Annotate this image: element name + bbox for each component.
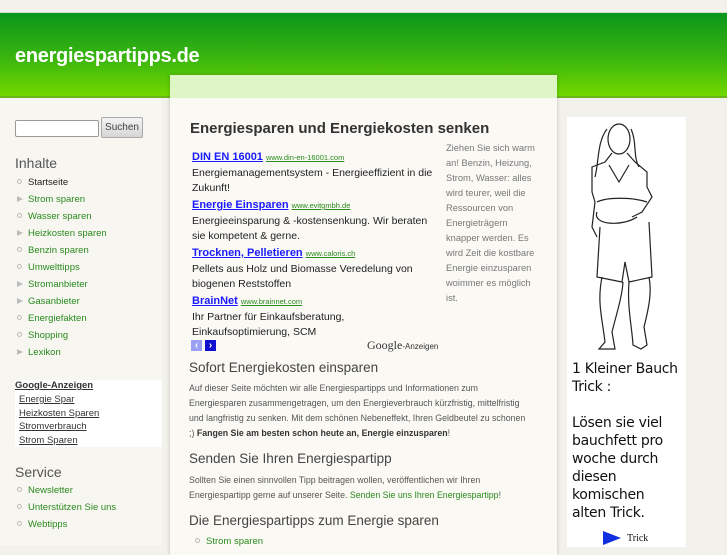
section-heading: Senden Sie Ihren Energiespartipp — [189, 451, 392, 466]
ad-url[interactable]: www.din-en-16001.com — [266, 153, 344, 162]
ad-title-link[interactable]: Energie Einsparen — [192, 199, 289, 211]
bullet-icon — [195, 538, 200, 543]
service-heading: Service — [15, 464, 62, 480]
site-title[interactable]: energiespartipps.de — [15, 45, 200, 68]
sidebar-item[interactable]: Umwelttipps — [0, 259, 162, 276]
nav-item-label: Startseite — [28, 177, 69, 188]
sidebar-item[interactable]: Lexikon — [0, 344, 162, 361]
google-ad-link[interactable]: Stromverbrauch — [15, 421, 162, 435]
triangle-bullet-icon — [17, 196, 23, 202]
circle-bullet-icon — [17, 504, 22, 509]
ad-url[interactable]: www.brainnet.com — [241, 297, 302, 306]
tips-list: Strom sparen — [178, 533, 378, 550]
send-tip-link[interactable]: Senden Sie uns Ihren Energiespartipp — [350, 490, 499, 500]
nav-item-label: Benzin sparen — [28, 245, 89, 256]
nav-item-label: Energiefakten — [28, 313, 87, 324]
circle-bullet-icon — [17, 264, 22, 269]
google-ad-link[interactable]: Energie Spar — [15, 394, 162, 408]
ad-title-link[interactable]: Trocknen, Pelletieren — [192, 247, 303, 259]
nav-item-label: Webtipps — [28, 519, 68, 530]
sidebar-item[interactable]: Benzin sparen — [0, 242, 162, 259]
search-button[interactable]: Suchen — [101, 117, 143, 138]
tips-list-item[interactable]: Strom sparen — [178, 533, 378, 550]
google-ads-label[interactable]: Google-Anzeigen — [367, 338, 438, 353]
circle-bullet-icon — [17, 487, 22, 492]
nav-item-label: Heizkosten sparen — [28, 228, 107, 239]
google-logo: Google — [367, 338, 403, 352]
nav-item-label: Gasanbieter — [28, 296, 80, 307]
section-text: Sollten Sie einen sinnvollen Tipp beitra… — [189, 473, 529, 503]
text: ! — [447, 428, 451, 438]
section-heading: Die Energiespartipps zum Energie sparen — [189, 513, 439, 528]
item-label: Strom sparen — [206, 536, 264, 547]
nav-item-label: Lexikon — [28, 347, 61, 358]
google-ad-link[interactable]: Strom Sparen — [15, 435, 162, 449]
sidebar-item[interactable]: Energiefakten — [0, 310, 162, 327]
nav-item-label: Strom sparen — [28, 194, 86, 205]
ad-title-link[interactable]: DIN EN 16001 — [192, 151, 263, 163]
inhalte-heading: Inhalte — [15, 155, 58, 171]
ad-description: Pellets aus Holz und Biomasse Veredelung… — [192, 263, 413, 290]
triangle-bullet-icon — [17, 298, 23, 304]
nav-item-label: Newsletter — [28, 485, 73, 496]
sidebar-item[interactable]: Gasanbieter — [0, 293, 162, 310]
woman-drawing-icon — [591, 123, 653, 350]
ad-description: Energiemanagementsystem - Energieeffizie… — [192, 167, 433, 194]
inhalte-nav: Startseite Strom sparen Wasser sparen Heizk… — [0, 174, 162, 361]
sidebar-item[interactable]: Strom sparen — [0, 191, 162, 208]
ad-description: Energieeinsparung & -kostensenkung. Wir … — [192, 215, 428, 242]
circle-bullet-icon — [17, 315, 22, 320]
nav-item-label: Unterstützen Sie uns — [28, 502, 117, 513]
circle-bullet-icon — [17, 179, 22, 184]
sidebar-service-item[interactable]: Newsletter — [0, 482, 162, 499]
section-heading: Sofort Energiekosten einsparen — [189, 360, 379, 375]
ad-item: DIN EN 16001 www.din-en-16001.com Energiem… — [192, 147, 442, 196]
ads-label-text: -Anzeigen — [402, 342, 439, 351]
google-ads-box: Google-Anzeigen Energie Spar Heizkosten … — [15, 380, 162, 447]
sidebar-item[interactable]: Wasser sparen — [0, 208, 162, 225]
bold-text: Fangen Sie am besten schon heute an, Ene… — [196, 428, 448, 438]
google-ads-title[interactable]: Google-Anzeigen — [15, 380, 162, 394]
nav-item-label: Umwelttipps — [28, 262, 80, 273]
circle-bullet-icon — [17, 521, 22, 526]
circle-bullet-icon — [17, 213, 22, 218]
triangle-bullet-icon — [17, 230, 23, 236]
ad-title-link[interactable]: BrainNet — [192, 295, 238, 307]
nav-item-label: Stromanbieter — [28, 279, 88, 290]
banner-body: Lösen sie viel bauchfett pro woche durch… — [572, 415, 663, 521]
banner-headline: 1 Kleiner Bauch Trick : — [572, 361, 678, 395]
text: ! — [498, 490, 502, 500]
banner-cta[interactable]: Trick — [627, 533, 648, 544]
ad-url[interactable]: www.caloris.ch — [306, 249, 356, 258]
triangle-bullet-icon — [17, 349, 23, 355]
intro-side-text: Ziehen Sie sich warm an! Benzin, Heizung… — [446, 143, 535, 303]
sidebar-item[interactable]: Heizkosten sparen — [0, 225, 162, 242]
banner-ad[interactable]: 1 Kleiner Bauch Trick : Lösen sie viel b… — [567, 117, 686, 547]
sidebar-service-item[interactable]: Webtipps — [0, 516, 162, 533]
search-input[interactable] — [15, 120, 99, 137]
service-nav: Newsletter Unterstützen Sie uns Webtipps — [0, 482, 162, 533]
circle-bullet-icon — [17, 247, 22, 252]
sidebar-item[interactable]: Stromanbieter — [0, 276, 162, 293]
ad-item: BrainNet www.brainnet.com Ihr Partner für … — [192, 291, 442, 340]
section-text: Auf dieser Seite möchten wir alle Energi… — [189, 381, 529, 441]
sidebar-item[interactable]: Startseite — [0, 174, 162, 191]
triangle-bullet-icon — [17, 281, 23, 287]
ad-item: Trocknen, Pelletieren www.caloris.ch Pelle… — [192, 243, 442, 292]
nav-item-label: Shopping — [28, 330, 69, 341]
arrow-right-icon — [603, 531, 621, 545]
sidebar-service-item[interactable]: Unterstützen Sie uns — [0, 499, 162, 516]
ad-description: Ihr Partner für Einkaufsberatung, Einkau… — [192, 311, 345, 338]
ad-item: Energie Einsparen www.evitgmbh.de Energiee… — [192, 195, 442, 244]
nav-item-label: Wasser sparen — [28, 211, 92, 222]
circle-bullet-icon — [17, 332, 22, 337]
page-title: Energiesparen und Energiekosten senken — [190, 120, 490, 137]
sidebar-item[interactable]: Shopping — [0, 327, 162, 344]
ad-url[interactable]: www.evitgmbh.de — [292, 201, 351, 210]
next-ad-button[interactable]: › — [205, 340, 216, 351]
google-ad-link[interactable]: Heizkosten Sparen — [15, 408, 162, 422]
prev-ad-button[interactable]: ‹ — [191, 340, 202, 351]
panel-top-band — [170, 75, 557, 98]
